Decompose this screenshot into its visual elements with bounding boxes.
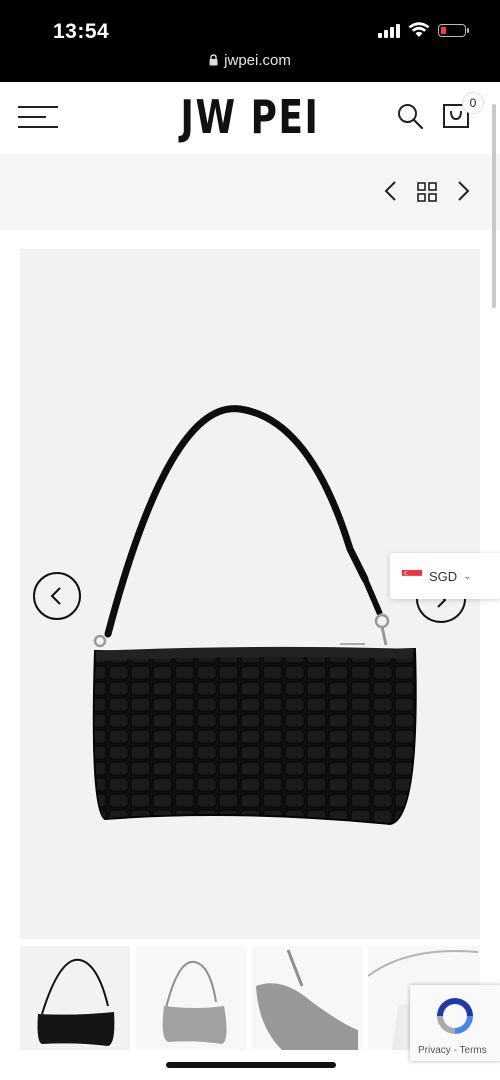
cart-count-badge: 0: [462, 92, 484, 114]
cellular-signal-icon: [378, 22, 400, 38]
chevron-right-icon[interactable]: [454, 180, 472, 202]
thumbnail-image: [162, 960, 227, 1044]
thumbnail-3[interactable]: [252, 946, 362, 1050]
recaptcha-privacy-link[interactable]: Privacy: [418, 1045, 451, 1056]
battery-icon: [438, 23, 469, 37]
currency-selector[interactable]: SGD ⌄: [390, 553, 500, 599]
search-icon[interactable]: [396, 102, 424, 130]
site-header: JW PEI 0: [0, 82, 500, 154]
thumbnail-image: [37, 958, 115, 1046]
brand-logo[interactable]: JW PEI: [55, 90, 445, 144]
lock-icon: [209, 54, 218, 66]
status-icons: [378, 22, 469, 38]
thumbnail-2[interactable]: [136, 946, 246, 1050]
recaptcha-badge[interactable]: Privacy - Terms: [410, 985, 500, 1061]
recaptcha-terms-link[interactable]: Terms: [460, 1045, 487, 1056]
currency-code: SGD: [429, 568, 458, 584]
chevron-left-icon: [50, 587, 61, 605]
url-text: jwpei.com: [224, 52, 291, 69]
page-scrollbar[interactable]: [492, 104, 496, 308]
url-bar[interactable]: jwpei.com: [0, 52, 500, 69]
grid-icon[interactable]: [417, 182, 437, 202]
menu-icon[interactable]: [18, 106, 58, 128]
product-nav-strip: [0, 154, 500, 230]
status-bar: 13:54 jwpei.com: [0, 0, 500, 82]
recaptcha-links: Privacy - Terms: [418, 1045, 487, 1056]
recaptcha-separator: -: [453, 1045, 457, 1056]
chevron-left-icon[interactable]: [382, 180, 400, 202]
thumbnail-1[interactable]: [20, 946, 130, 1050]
status-time: 13:54: [53, 20, 110, 43]
home-indicator[interactable]: [166, 1062, 336, 1068]
gallery-prev-button[interactable]: [33, 572, 81, 620]
wifi-icon: [408, 22, 430, 37]
thumbnail-image: [256, 949, 358, 1050]
singapore-flag-icon: [402, 570, 422, 582]
chevron-down-icon: ⌄: [463, 570, 472, 582]
recaptcha-icon: [437, 998, 473, 1034]
